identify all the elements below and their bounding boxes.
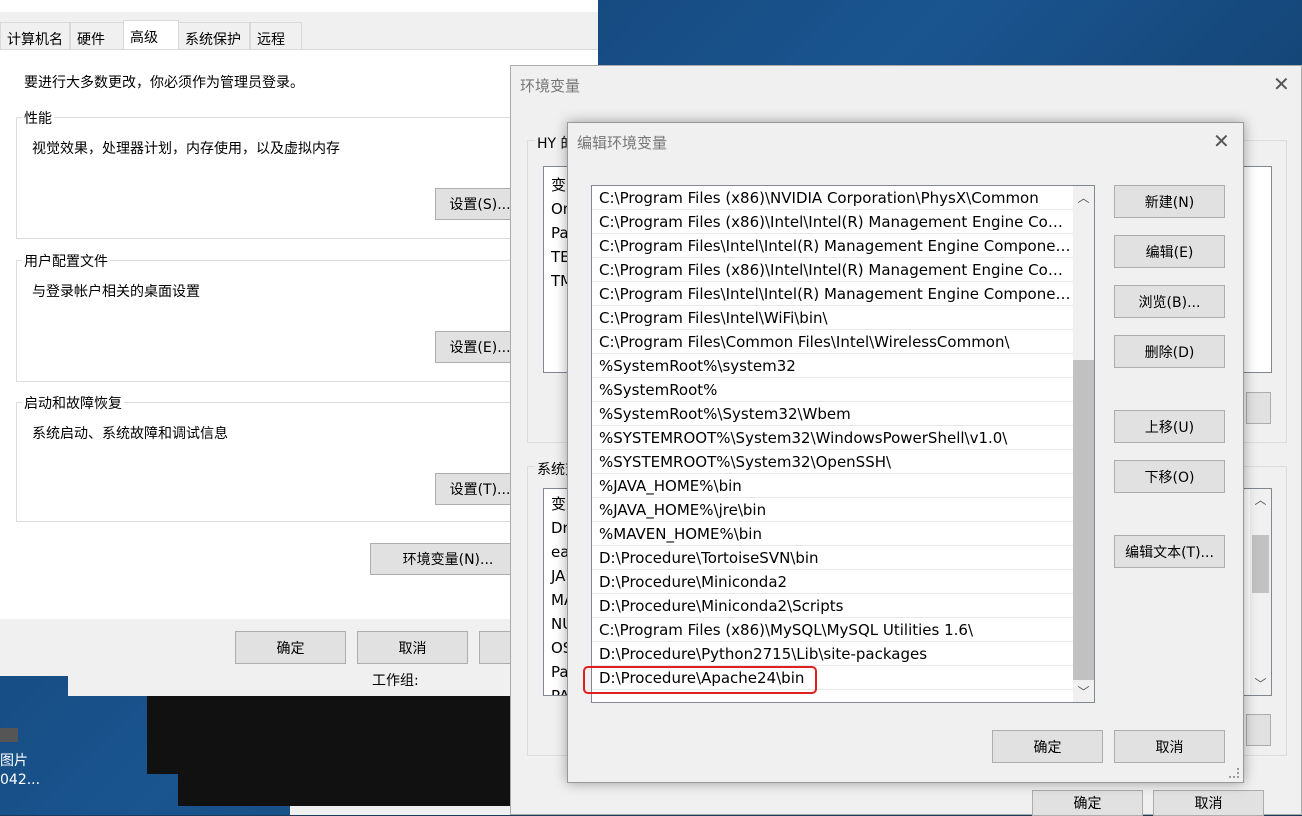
list-item[interactable]: C:\Program Files (x86)\Intel\Intel(R) Ma… [592,210,1074,234]
list-item[interactable]: %SYSTEMROOT%\System32\WindowsPowerShell\… [592,426,1074,450]
move-down-button[interactable]: 下移(O) [1114,460,1225,493]
list-item[interactable]: C:\Program Files\Intel\Intel(R) Manageme… [592,234,1074,258]
admin-notice: 要进行大多数更改，你必须作为管理员登录。 [24,75,304,91]
env-dialog-title: 环境变量 [520,77,581,95]
user-var-button-partial[interactable] [1246,392,1271,424]
performance-title: 性能 [22,108,54,128]
tab-computer-name[interactable]: 计算机名 [0,22,70,50]
workgroup-label: 工作组: [372,673,419,689]
env-ok-button[interactable]: 确定 [1032,790,1143,816]
sys-var-button-partial[interactable] [1246,714,1271,746]
edit-button[interactable]: 编辑(E) [1114,235,1225,268]
path-list-scroll-thumb[interactable] [1073,360,1094,680]
scroll-up-icon[interactable]: ︿ [1073,189,1094,206]
scroll-down-icon[interactable]: ﹀ [1250,675,1271,692]
list-item[interactable]: %JAVA_HOME%\bin [592,474,1074,498]
path-entries-list[interactable]: C:\Program Files (x86)\NVIDIA Corporatio… [591,185,1095,703]
close-icon[interactable]: ✕ [1213,131,1230,151]
tab-advanced[interactable]: 高级 [123,20,179,50]
list-item[interactable]: D:\Procedure\TortoiseSVN\bin [592,546,1074,570]
list-item[interactable]: C:\Program Files (x86)\MySQL\MySQL Utili… [592,618,1074,642]
startup-recovery-desc: 系统启动、系统故障和调试信息 [32,426,228,442]
user-profiles-desc: 与登录帐户相关的桌面设置 [32,284,200,300]
desktop-icon[interactable] [0,728,18,742]
system-properties-window: 计算机名 硬件 高级 系统保护 远程 要进行大多数更改，你必须作为管理员登录。 … [0,0,598,676]
startup-recovery-title: 启动和故障恢复 [22,393,124,413]
performance-group [16,117,526,239]
close-icon[interactable]: ✕ [1273,74,1290,94]
desktop-icon-label-1: 图片 [0,753,28,769]
sysprops-ok-button[interactable]: 确定 [235,631,346,664]
environment-variables-button[interactable]: 环境变量(N)... [370,543,526,575]
list-item[interactable]: D:\Procedure\Miniconda2 [592,570,1074,594]
scroll-down-icon[interactable]: ﹀ [1073,683,1094,700]
list-item[interactable]: C:\Program Files (x86)\Intel\Intel(R) Ma… [592,258,1074,282]
user-profiles-title: 用户配置文件 [22,251,110,271]
list-item[interactable]: %SystemRoot% [592,378,1074,402]
system-vars-scrollbar[interactable]: ︿ ﹀ [1250,489,1271,695]
sys-var-row-0: 变 [551,495,567,513]
list-item[interactable]: %JAVA_HOME%\jre\bin [592,498,1074,522]
desktop-icon-label-2: 042... [0,772,41,788]
scroll-up-icon[interactable]: ︿ [1250,491,1271,508]
edit-text-button[interactable]: 编辑文本(T)... [1114,535,1225,568]
list-item[interactable]: C:\Program Files\Intel\WiFi\bin\ [592,306,1074,330]
user-var-row-0: 变 [551,176,567,194]
list-item[interactable]: D:\Procedure\Python2715\Lib\site-package… [592,642,1074,666]
new-button[interactable]: 新建(N) [1114,185,1225,218]
sys-var-row-3[interactable]: JA [551,564,565,588]
env-cancel-button[interactable]: 取消 [1153,790,1264,816]
delete-button[interactable]: 删除(D) [1114,335,1225,368]
list-item[interactable]: %SystemRoot%\System32\Wbem [592,402,1074,426]
desktop-dark-window [178,696,510,806]
edit-dialog-title: 编辑环境变量 [577,134,668,152]
user-profiles-group [16,260,526,382]
list-item[interactable]: C:\Program Files\Common Files\Intel\Wire… [592,330,1074,354]
user-var-row-2[interactable]: Pa [551,221,569,245]
edit-ok-button[interactable]: 确定 [992,730,1103,763]
advanced-panel: 要进行大多数更改，你必须作为管理员登录。 性能 视觉效果，处理器计划，内存使用，… [0,49,598,619]
move-up-button[interactable]: 上移(U) [1114,410,1225,443]
sys-var-row-7[interactable]: Pa [551,660,569,684]
list-item[interactable]: C:\Program Files\Intel\Intel(R) Manageme… [592,282,1074,306]
list-item[interactable]: C:\Program Files (x86)\NVIDIA Corporatio… [592,186,1074,210]
list-item[interactable]: %MAVEN_HOME%\bin [592,522,1074,546]
browse-button[interactable]: 浏览(B)... [1114,285,1225,318]
edit-cancel-button[interactable]: 取消 [1114,730,1225,763]
tab-system-protection[interactable]: 系统保护 [178,22,250,50]
behind-window-bottom [290,806,510,815]
sysprops-cancel-button[interactable]: 取消 [357,631,468,664]
list-item[interactable]: D:\Procedure\Miniconda2\Scripts [592,594,1074,618]
tab-remote[interactable]: 远程 [250,22,302,50]
performance-desc: 视觉效果，处理器计划，内存使用，以及虚拟内存 [32,141,340,157]
scroll-thumb[interactable] [1252,535,1269,593]
list-item[interactable]: %SystemRoot%\system32 [592,354,1074,378]
resize-grip-icon[interactable] [1229,768,1239,778]
highlight-annotation [583,666,817,694]
list-item[interactable]: %SYSTEMROOT%\System32\OpenSSH\ [592,450,1074,474]
tab-hardware[interactable]: 硬件 [70,22,124,50]
behind-window-strip [68,676,510,696]
title-strip [0,0,598,12]
